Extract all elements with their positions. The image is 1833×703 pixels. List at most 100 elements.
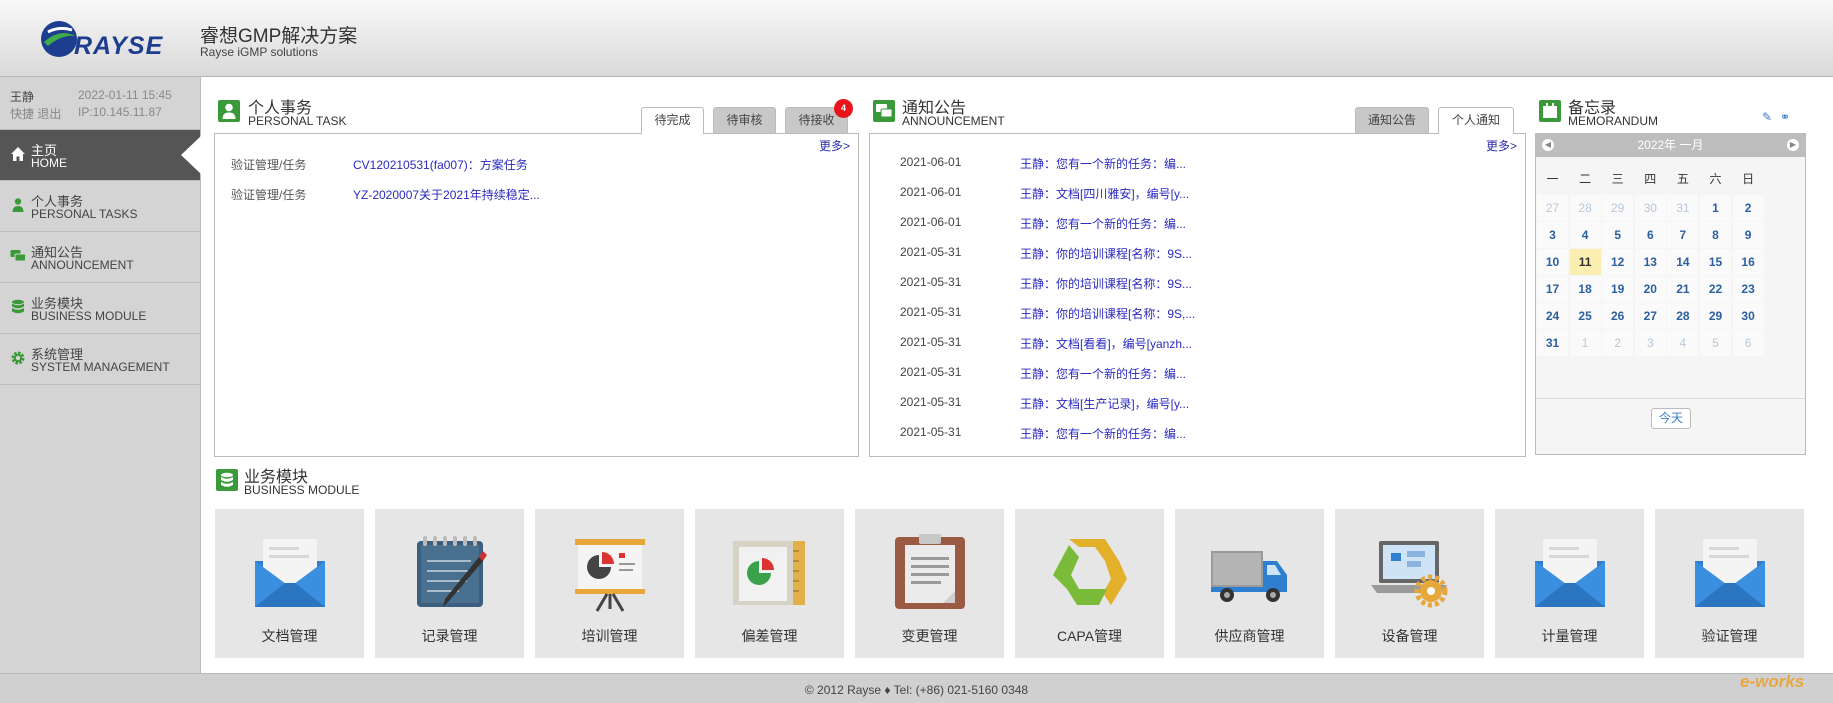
sidebar-item-label-en: BUSINESS MODULE xyxy=(31,309,147,323)
module-tile-record[interactable]: 记录管理 xyxy=(375,509,524,658)
sidebar-item-home[interactable]: 主页 HOME xyxy=(0,130,201,181)
announcement-link[interactable]: 王静：文档[四川雅安]，编号[y... xyxy=(1020,185,1189,202)
announcement-date: 2021-05-31 xyxy=(900,425,962,439)
announcement-link[interactable]: 王静：文档[生产记录]，编号[y... xyxy=(1020,395,1189,412)
tab-pending-review[interactable]: 待审核 xyxy=(713,107,776,133)
calendar-day[interactable]: 16 xyxy=(1732,249,1764,275)
announcement-more-link[interactable]: 更多> xyxy=(1486,137,1517,154)
calendar-day[interactable]: 31 xyxy=(1667,195,1699,221)
prev-month-icon[interactable]: ◀ xyxy=(1542,139,1554,151)
person-icon xyxy=(218,100,240,122)
calendar-day[interactable]: 24 xyxy=(1537,303,1568,329)
tab-pending-complete[interactable]: 待完成 xyxy=(641,107,704,134)
announcement-link[interactable]: 王静：你的培训课程[名称：9S,... xyxy=(1020,305,1195,322)
chat-icon xyxy=(873,100,895,122)
calendar-day[interactable]: 29 xyxy=(1602,195,1634,221)
module-label: 偏差管理 xyxy=(741,628,798,644)
calendar-day[interactable]: 17 xyxy=(1537,276,1568,302)
calendar-day[interactable]: 13 xyxy=(1634,249,1666,275)
personal-task-more-link[interactable]: 更多> xyxy=(819,137,850,154)
calendar-day[interactable]: 15 xyxy=(1700,249,1731,275)
today-button[interactable]: 今天 xyxy=(1651,408,1691,429)
calendar-day[interactable]: 4 xyxy=(1667,330,1699,356)
calendar-day[interactable]: 2 xyxy=(1602,330,1634,356)
announcement-link[interactable]: 王静：您有一个新的任务：编... xyxy=(1020,155,1186,172)
calendar-weekday: 三 xyxy=(1611,172,1624,186)
link-icon[interactable]: ⚭ xyxy=(1780,110,1790,124)
calendar-day[interactable]: 25 xyxy=(1569,303,1601,329)
calendar-day[interactable]: 28 xyxy=(1667,303,1699,329)
module-tile-validation[interactable]: 验证管理 xyxy=(1655,509,1804,658)
calendar-day[interactable]: 14 xyxy=(1667,249,1699,275)
calendar-day[interactable]: 5 xyxy=(1602,222,1634,248)
calendar-day[interactable]: 31 xyxy=(1537,330,1568,356)
home-icon xyxy=(11,147,25,161)
module-tile-document[interactable]: 文档管理 xyxy=(215,509,364,658)
sidebar-item-personal-tasks[interactable]: 个人事务 PERSONAL TASKS xyxy=(0,181,200,232)
calendar-day[interactable]: 29 xyxy=(1700,303,1731,329)
calendar-day[interactable]: 28 xyxy=(1569,195,1601,221)
announcement-link[interactable]: 王静：文档[看看]，编号[yanzh... xyxy=(1020,335,1192,352)
calendar-day[interactable]: 1 xyxy=(1569,330,1601,356)
announcement-date: 2021-06-01 xyxy=(900,215,962,229)
calendar-day[interactable]: 30 xyxy=(1732,303,1764,329)
sidebar-item-label-en: PERSONAL TASKS xyxy=(31,207,138,221)
announcement-link[interactable]: 王静：您有一个新的任务：编... xyxy=(1020,425,1186,442)
module-tile-change[interactable]: 变更管理 xyxy=(855,509,1004,658)
module-tile-metrology[interactable]: 计量管理 xyxy=(1495,509,1644,658)
calendar-day[interactable]: 23 xyxy=(1732,276,1764,302)
footer-copyright: © 2012 Rayse ♦ Tel: (+86) 021-5160 0348 xyxy=(804,683,1029,697)
module-tile-training[interactable]: 培训管理 xyxy=(535,509,684,658)
calendar-day[interactable]: 20 xyxy=(1634,276,1666,302)
module-tile-supplier[interactable]: 供应商管理 xyxy=(1175,509,1324,658)
calendar-day[interactable]: 6 xyxy=(1634,222,1666,248)
calendar-day[interactable]: 4 xyxy=(1569,222,1601,248)
task-category: 验证管理/任务 xyxy=(231,188,307,202)
calendar-day[interactable]: 6 xyxy=(1732,330,1764,356)
calendar-day[interactable]: 26 xyxy=(1602,303,1634,329)
announcement-link[interactable]: 王静：您有一个新的任务：编... xyxy=(1020,215,1186,232)
tab-notices[interactable]: 通知公告 xyxy=(1355,107,1429,133)
sidebar-item-business-module[interactable]: 业务模块 BUSINESS MODULE xyxy=(0,283,200,334)
user-ip: IP:10.145.11.87 xyxy=(78,105,162,119)
module-tile-capa[interactable]: CAPA管理 xyxy=(1015,509,1164,658)
module-label: 设备管理 xyxy=(1381,628,1438,644)
calendar-day[interactable]: 27 xyxy=(1537,195,1568,221)
sidebar-item-system-management[interactable]: 系统管理 SYSTEM MANAGEMENT xyxy=(0,334,200,385)
tab-personal-notices[interactable]: 个人通知 xyxy=(1438,107,1514,134)
announcement-link[interactable]: 王静：您有一个新的任务：编... xyxy=(1020,365,1186,382)
calendar-day[interactable]: 5 xyxy=(1700,330,1731,356)
calendar-day[interactable]: 7 xyxy=(1667,222,1699,248)
calendar-day[interactable]: 3 xyxy=(1634,330,1666,356)
sidebar-item-announcement[interactable]: 通知公告 ANNOUNCEMENT xyxy=(0,232,200,283)
calendar-day[interactable]: 22 xyxy=(1700,276,1731,302)
calendar-day[interactable]: 21 xyxy=(1667,276,1699,302)
calendar-day[interactable]: 12 xyxy=(1602,249,1634,275)
calendar-day[interactable]: 10 xyxy=(1537,249,1568,275)
user-links[interactable]: 快捷 退出 xyxy=(10,105,61,122)
calendar-day[interactable]: 3 xyxy=(1537,222,1568,248)
announcement-date: 2021-05-31 xyxy=(900,275,962,289)
announcement-link[interactable]: 王静：你的培训课程[名称：9S... xyxy=(1020,275,1192,292)
calendar-day[interactable]: 19 xyxy=(1602,276,1634,302)
sidebar: 王静 2022-01-11 15:45 快捷 退出 IP:10.145.11.8… xyxy=(0,77,201,673)
rayse-logo[interactable]: RAYSE xyxy=(38,18,168,62)
module-tile-equipment[interactable]: 设备管理 xyxy=(1335,509,1484,658)
calendar-weekday: 二 xyxy=(1579,172,1592,186)
pencil-icon[interactable]: ✎ xyxy=(1762,110,1772,124)
calendar-day-today[interactable]: 11 xyxy=(1569,249,1601,275)
module-tile-deviation[interactable]: 偏差管理 xyxy=(695,509,844,658)
calendar-day[interactable]: 2 xyxy=(1732,195,1764,221)
calendar-day[interactable]: 27 xyxy=(1634,303,1666,329)
task-link[interactable]: CV120210531(fa007)：方案任务 xyxy=(353,156,528,173)
notification-badge: 4 xyxy=(834,99,853,118)
calendar-day[interactable]: 8 xyxy=(1700,222,1731,248)
calendar-day[interactable]: 9 xyxy=(1732,222,1764,248)
personal-task-panel: 更多> 验证管理/任务 CV120210531(fa007)：方案任务 验证管理… xyxy=(214,133,859,457)
next-month-icon[interactable]: ▶ xyxy=(1787,139,1799,151)
calendar-day[interactable]: 1 xyxy=(1700,195,1731,221)
calendar-day[interactable]: 18 xyxy=(1569,276,1601,302)
announcement-link[interactable]: 王静：你的培训课程[名称：9S... xyxy=(1020,245,1192,262)
task-link[interactable]: YZ-2020007关于2021年持续稳定... xyxy=(353,186,540,203)
calendar-day[interactable]: 30 xyxy=(1634,195,1666,221)
